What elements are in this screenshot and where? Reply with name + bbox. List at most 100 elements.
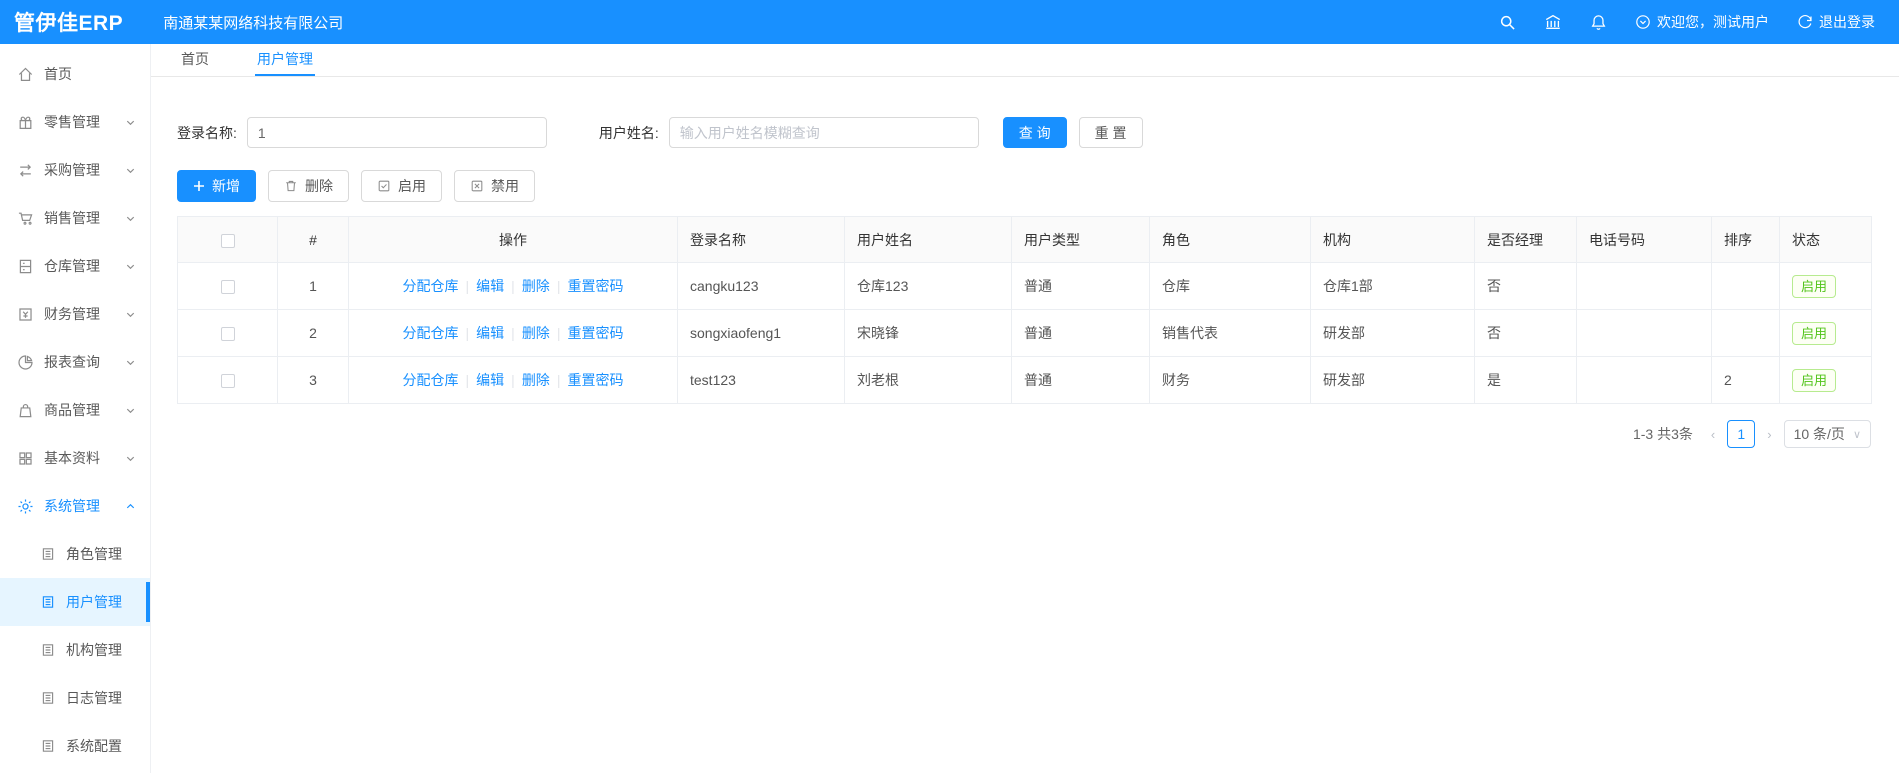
cell-sort <box>1711 309 1780 357</box>
column-header-操作: 操作 <box>348 216 678 263</box>
company-name: 南通某某网络科技有限公司 <box>163 14 344 32</box>
column-header-用户姓名: 用户姓名 <box>844 216 1012 263</box>
table-header-row: # 操作 登录名称 用户姓名 用户类型 角色 机构 是否经理 电话号码 排序 状态 <box>177 216 1872 263</box>
sidebar-item-日志管理[interactable]: 日志管理 <box>0 674 150 722</box>
table-row: 1 分配仓库 | 编辑 | 删除 | 重置密码 cangku123 仓库123 普通 仓库 仓库1部否 启… <box>177 262 1872 310</box>
row-checkbox[interactable] <box>220 327 235 342</box>
bank-icon[interactable] <box>1544 13 1562 31</box>
action-link-分配仓库[interactable]: 分配仓库 <box>403 372 459 388</box>
cell-actions: 分配仓库 | 编辑 | 删除 | 重置密码 <box>348 356 678 404</box>
sidebar-item-报表查询[interactable]: 报表查询 <box>0 338 150 386</box>
cell-sort <box>1711 262 1780 310</box>
tab-用户管理[interactable]: 用户管理 <box>255 44 315 76</box>
action-link-编辑[interactable]: 编辑 <box>476 325 504 341</box>
disable-button[interactable]: 禁用 <box>454 170 535 202</box>
sidebar-item-label: 财务管理 <box>44 306 100 322</box>
cell-status: 启用 <box>1779 356 1872 404</box>
action-link-重置密码[interactable]: 重置密码 <box>567 278 623 294</box>
cell-manager: 否 <box>1474 309 1577 357</box>
action-link-编辑[interactable]: 编辑 <box>476 372 504 388</box>
cell-status: 启用 <box>1779 309 1872 357</box>
select-all-checkbox[interactable] <box>220 233 235 248</box>
chevron-down-icon <box>126 408 135 413</box>
action-link-删除[interactable]: 删除 <box>522 325 550 341</box>
action-link-编辑[interactable]: 编辑 <box>476 278 504 294</box>
column-header-机构: 机构 <box>1310 216 1475 263</box>
toolbar: 新增 删除 启用 禁用 <box>177 170 1873 202</box>
cell-type: 普通 <box>1011 262 1150 310</box>
sidebar-item-商品管理[interactable]: 商品管理 <box>0 386 150 434</box>
sidebar-item-零售管理[interactable]: 零售管理 <box>0 98 150 146</box>
column-header-是否经理: 是否经理 <box>1474 216 1577 263</box>
gear-icon <box>18 498 33 514</box>
sidebar-item-label: 机构管理 <box>66 642 122 658</box>
chevron-down-icon <box>126 216 135 221</box>
login-name-input[interactable] <box>246 117 547 148</box>
plus-icon <box>194 181 204 191</box>
cell-name: 宋晓锋 <box>844 309 1012 357</box>
table-row: 3 分配仓库 | 编辑 | 删除 | 重置密码 test123 刘老根 普通 财务 研发部是 2 启用 <box>177 356 1872 404</box>
sidebar-item-label: 系统管理 <box>44 498 100 514</box>
row-checkbox[interactable] <box>220 374 235 389</box>
cell-role: 财务 <box>1149 356 1311 404</box>
enable-button[interactable]: 启用 <box>361 170 442 202</box>
sidebar: 首页零售管理采购管理 销售管理仓库管理财务管理报表查询 商品管理 基本资料系统管理角色… <box>0 44 151 773</box>
cell-role: 仓库 <box>1149 262 1311 310</box>
row-checkbox[interactable] <box>220 280 235 295</box>
sidebar-item-基本资料[interactable]: 基本资料 <box>0 434 150 482</box>
cell-org: 研发部 <box>1310 309 1475 357</box>
top-header: 管伊佳ERP 南通某某网络科技有限公司 欢迎您，测试用户 退出登录 <box>0 0 1899 44</box>
cell-role: 销售代表 <box>1149 309 1311 357</box>
prev-page-button[interactable]: ‹ <box>1709 427 1717 442</box>
sidebar-item-首页[interactable]: 首页 <box>0 50 150 98</box>
search-button[interactable]: 查 询 <box>1002 117 1067 148</box>
reset-button[interactable]: 重 置 <box>1078 117 1143 148</box>
sidebar-item-仓库管理[interactable]: 仓库管理 <box>0 242 150 290</box>
action-link-分配仓库[interactable]: 分配仓库 <box>403 325 459 341</box>
bell-icon[interactable] <box>1590 14 1607 31</box>
sidebar-item-系统配置[interactable]: 系统配置 <box>0 722 150 770</box>
tab-bar: 首页 用户管理 <box>151 44 1899 77</box>
page-number-button[interactable]: 1 <box>1727 420 1756 448</box>
sidebar-item-label: 仓库管理 <box>44 258 100 274</box>
cell-actions: 分配仓库 | 编辑 | 删除 | 重置密码 <box>348 309 678 357</box>
sidebar-item-label: 零售管理 <box>44 114 100 130</box>
cell-login: songxiaofeng1 <box>677 309 845 357</box>
action-link-删除[interactable]: 删除 <box>522 278 550 294</box>
pagination: 1-3 共3条 ‹ 1 › 10 条/页 ∨ <box>177 420 1871 448</box>
cell-login: cangku123 <box>677 262 845 310</box>
tab-首页[interactable]: 首页 <box>179 44 211 76</box>
pagination-total: 1-3 共3条 <box>1632 426 1693 442</box>
finance-icon <box>19 307 32 321</box>
next-page-button[interactable]: › <box>1765 427 1773 442</box>
user-menu[interactable]: 欢迎您，测试用户 <box>1635 12 1769 32</box>
purchase-icon <box>19 163 32 177</box>
sidebar-item-系统管理[interactable]: 系统管理 <box>0 482 150 530</box>
column-header-电话号码: 电话号码 <box>1576 216 1712 263</box>
welcome-text: 欢迎您，测试用户 <box>1657 14 1769 30</box>
logout-button[interactable]: 退出登录 <box>1797 12 1875 32</box>
cell-index: 2 <box>277 309 349 357</box>
user-name-label: 用户姓名: <box>598 124 659 141</box>
login-name-label: 登录名称: <box>177 124 237 141</box>
cell-status: 启用 <box>1779 262 1872 310</box>
action-link-删除[interactable]: 删除 <box>522 372 550 388</box>
sidebar-item-角色管理[interactable]: 角色管理 <box>0 530 150 578</box>
sidebar-item-财务管理[interactable]: 财务管理 <box>0 290 150 338</box>
user-name-input[interactable] <box>668 117 979 148</box>
sidebar-item-用户管理[interactable]: 用户管理 <box>0 578 150 626</box>
search-icon[interactable] <box>1499 14 1516 31</box>
action-link-重置密码[interactable]: 重置密码 <box>567 372 623 388</box>
sidebar-item-采购管理[interactable]: 采购管理 <box>0 146 150 194</box>
sidebar-item-机构管理[interactable]: 机构管理 <box>0 626 150 674</box>
add-button[interactable]: 新增 <box>177 170 256 202</box>
action-link-重置密码[interactable]: 重置密码 <box>567 325 623 341</box>
home-icon <box>18 67 33 81</box>
sidebar-item-label: 日志管理 <box>66 690 122 706</box>
doc-icon <box>42 596 54 608</box>
sidebar-item-销售管理[interactable]: 销售管理 <box>0 194 150 242</box>
action-link-分配仓库[interactable]: 分配仓库 <box>403 278 459 294</box>
goods-icon <box>19 403 32 417</box>
page-size-select[interactable]: 10 条/页 ∨ <box>1783 420 1871 448</box>
delete-button[interactable]: 删除 <box>268 170 349 202</box>
